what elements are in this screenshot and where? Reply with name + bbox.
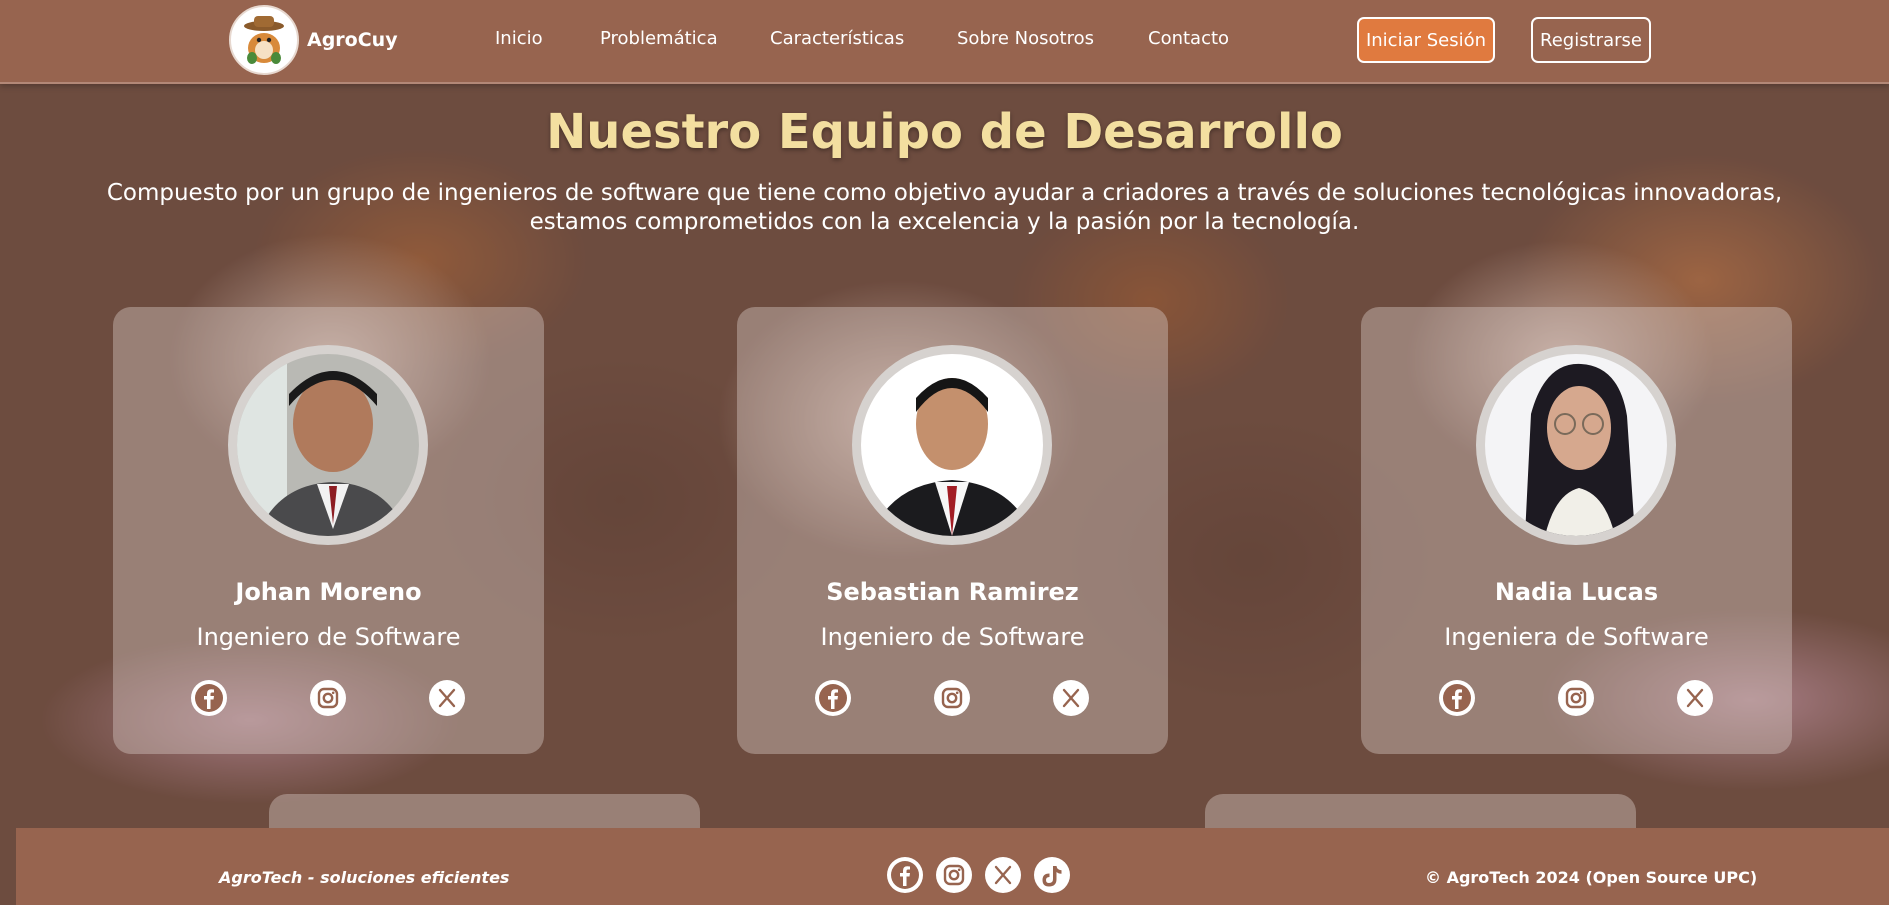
login-button[interactable]: Iniciar Sesión bbox=[1357, 17, 1495, 63]
nav-item-inicio[interactable]: Inicio bbox=[495, 28, 543, 49]
member-name: Nadia Lucas bbox=[1494, 578, 1659, 606]
member-name: Johan Moreno bbox=[235, 578, 422, 606]
x-icon[interactable] bbox=[1677, 680, 1713, 716]
brand-logo-link[interactable]: AgroCuy bbox=[229, 5, 398, 75]
x-icon[interactable] bbox=[429, 680, 465, 716]
footer-copyright: © AgroTech 2024 (Open Source UPC) bbox=[1425, 868, 1758, 887]
member-role: Ingeniero de Software bbox=[820, 623, 1085, 651]
avatar bbox=[852, 345, 1052, 545]
page-title: Nuestro Equipo de Desarrollo bbox=[546, 104, 1343, 160]
page-subtitle: Compuesto por un grupo de ingenieros de … bbox=[106, 180, 1783, 235]
register-button[interactable]: Registrarse bbox=[1531, 17, 1651, 63]
team-card: Nadia Lucas Ingeniera de Software bbox=[1361, 307, 1792, 754]
x-icon[interactable] bbox=[1053, 680, 1089, 716]
facebook-icon[interactable] bbox=[191, 680, 227, 716]
x-icon[interactable] bbox=[985, 857, 1021, 893]
facebook-icon[interactable] bbox=[1439, 680, 1475, 716]
team-card: Sebastian Ramirez Ingeniero de Software bbox=[737, 307, 1168, 754]
guinea-pig-logo-icon bbox=[229, 5, 299, 75]
brand-name: AgroCuy bbox=[307, 29, 398, 51]
nav-item-problematica[interactable]: Problemática bbox=[600, 28, 718, 49]
instagram-icon[interactable] bbox=[310, 680, 346, 716]
nav-item-caracteristicas[interactable]: Características bbox=[770, 28, 904, 49]
footer: AgroTech - soluciones eficientes © AgroT… bbox=[16, 828, 1889, 905]
member-role: Ingeniero de Software bbox=[196, 623, 461, 651]
avatar bbox=[228, 345, 428, 545]
member-role: Ingeniera de Software bbox=[1444, 623, 1709, 651]
avatar bbox=[1476, 345, 1676, 545]
footer-tagline: AgroTech - soluciones eficientes bbox=[219, 868, 510, 887]
instagram-icon[interactable] bbox=[936, 857, 972, 893]
navbar: AgroCuy Inicio Problemática Característi… bbox=[0, 0, 1889, 84]
member-name: Sebastian Ramirez bbox=[826, 578, 1079, 606]
team-card: Johan Moreno Ingeniero de Software bbox=[113, 307, 544, 754]
tiktok-icon[interactable] bbox=[1034, 857, 1070, 893]
nav-item-contacto[interactable]: Contacto bbox=[1148, 28, 1229, 49]
instagram-icon[interactable] bbox=[1558, 680, 1594, 716]
facebook-icon[interactable] bbox=[815, 680, 851, 716]
facebook-icon[interactable] bbox=[887, 857, 923, 893]
instagram-icon[interactable] bbox=[934, 680, 970, 716]
nav-item-sobre-nosotros[interactable]: Sobre Nosotros bbox=[957, 28, 1094, 49]
